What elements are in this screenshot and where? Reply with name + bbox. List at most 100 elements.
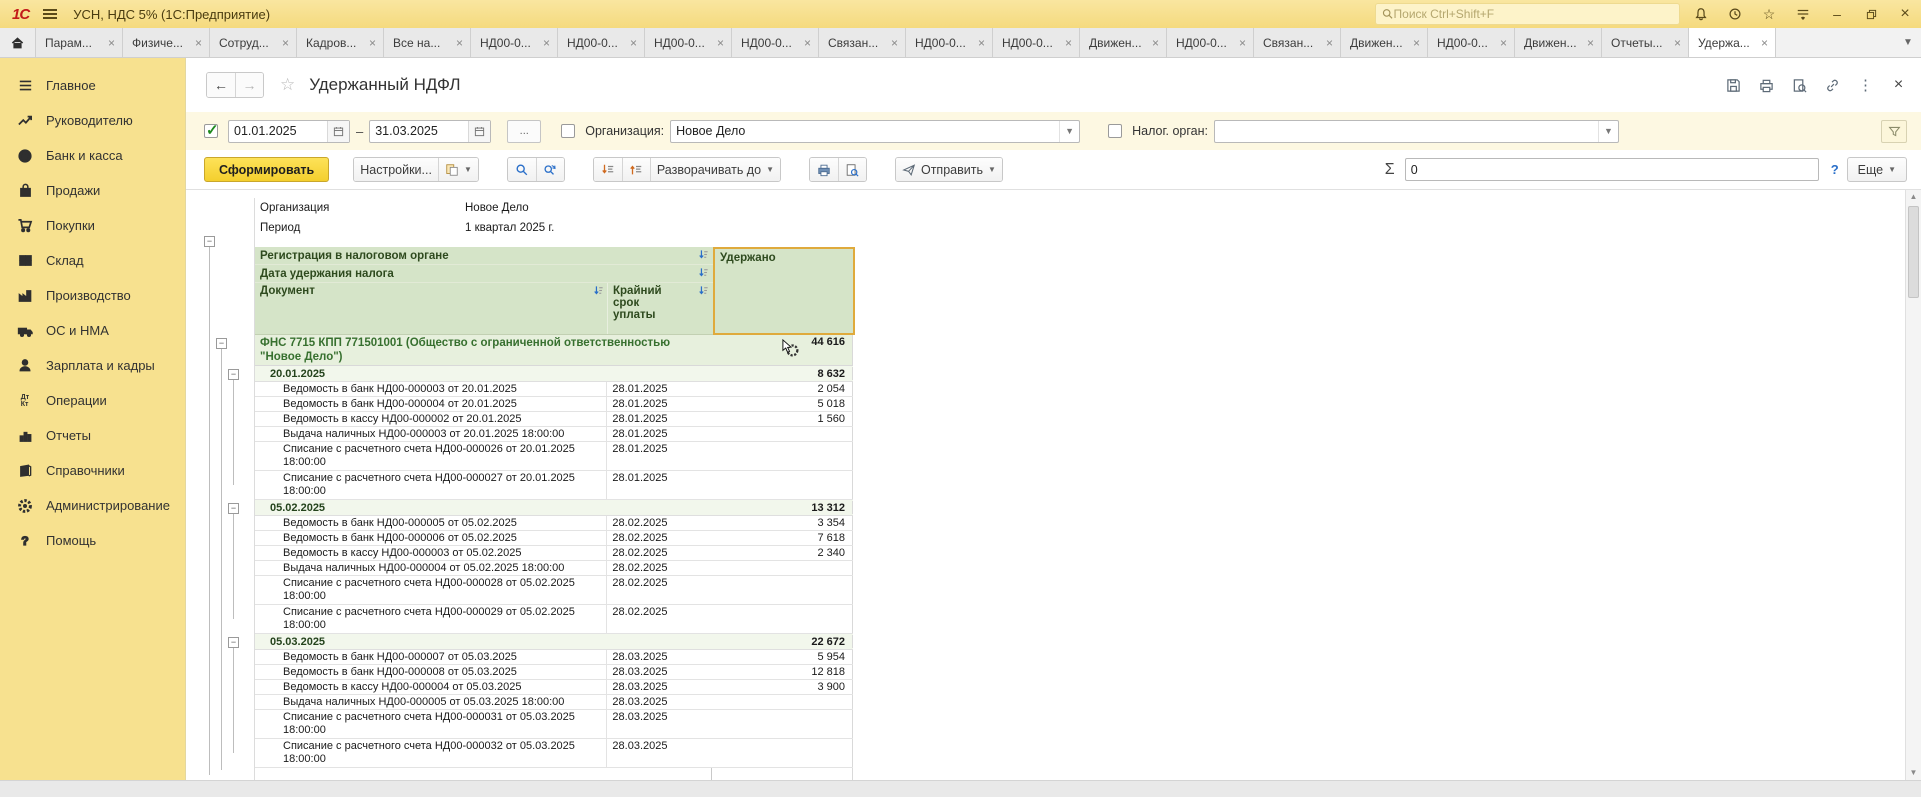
print-button[interactable]	[810, 158, 838, 181]
collapse-group-toggle[interactable]: −	[204, 236, 215, 247]
report-row[interactable]: Выдача наличных НД00-000005 от 05.03.202…	[255, 695, 853, 710]
close-button[interactable]: ×	[1897, 6, 1913, 22]
tab-close-icon[interactable]: ×	[282, 36, 289, 50]
calendar-icon[interactable]	[468, 121, 490, 142]
date-to-field[interactable]	[369, 120, 491, 143]
collapse-groups-button[interactable]	[594, 158, 622, 181]
tab[interactable]: Парам...×	[36, 28, 123, 57]
preview-button[interactable]	[838, 158, 866, 181]
settings-button[interactable]: Настройки...	[354, 158, 438, 181]
favorites-star-icon[interactable]: ☆	[1761, 6, 1777, 22]
tab-close-icon[interactable]: ×	[456, 36, 463, 50]
favorite-star-icon[interactable]: ☆	[280, 75, 295, 95]
sidebar-item-2[interactable]: ₽Банк и касса	[0, 138, 185, 173]
print-preview-icon[interactable]	[1791, 77, 1808, 94]
collapse-group-toggle[interactable]: −	[216, 338, 227, 349]
sort-icon[interactable]	[593, 285, 604, 299]
home-tab[interactable]	[0, 28, 36, 57]
report-row[interactable]: Списание с расчетного счета НД00-000029 …	[255, 605, 853, 634]
tab[interactable]: Физиче...×	[123, 28, 210, 57]
global-search-input[interactable]	[1394, 7, 1673, 21]
date-from-field[interactable]	[228, 120, 350, 143]
report-row[interactable]: Ведомость в банк НД00-000003 от 20.01.20…	[255, 382, 853, 397]
tab-close-icon[interactable]: ×	[1761, 36, 1768, 50]
autosum-input[interactable]	[1406, 163, 1818, 177]
main-menu-icon[interactable]	[43, 9, 57, 19]
tab-close-icon[interactable]: ×	[1587, 36, 1594, 50]
more-button[interactable]: Еще▼	[1847, 157, 1907, 182]
sidebar-item-0[interactable]: Главное	[0, 68, 185, 103]
report-row[interactable]: Ведомость в кассу НД00-000002 от 20.01.2…	[255, 412, 853, 427]
report-row[interactable]: Ведомость в банк НД00-000008 от 05.03.20…	[255, 665, 853, 680]
date-to-input[interactable]	[370, 124, 468, 138]
tab-close-icon[interactable]: ×	[1500, 36, 1507, 50]
tab[interactable]: Сотруд...×	[210, 28, 297, 57]
sidebar-item-8[interactable]: Зарплата и кадры	[0, 348, 185, 383]
report-row[interactable]: Списание с расчетного счета НД00-000031 …	[255, 710, 853, 739]
report-variants-button[interactable]: ▼	[438, 158, 478, 181]
sidebar-item-1[interactable]: Руководителю	[0, 103, 185, 138]
find-next-button[interactable]	[536, 158, 564, 181]
tab-close-icon[interactable]: ×	[630, 36, 637, 50]
period-options-button[interactable]: ...	[507, 120, 541, 143]
find-button[interactable]	[508, 158, 536, 181]
tab[interactable]: Движен...×	[1080, 28, 1167, 57]
tab[interactable]: Движен...×	[1515, 28, 1602, 57]
filter-funnel-button[interactable]	[1881, 120, 1907, 143]
scroll-up-icon[interactable]: ▲	[1906, 190, 1921, 204]
tax-authority-combo[interactable]: ▼	[1214, 120, 1619, 143]
sidebar-item-3[interactable]: Продажи	[0, 173, 185, 208]
organization-input[interactable]	[671, 124, 1059, 138]
report-group-row[interactable]: 05.03.202522 672	[255, 634, 853, 650]
tab-close-icon[interactable]: ×	[1239, 36, 1246, 50]
report-row[interactable]: Ведомость в банк НД00-000007 от 05.03.20…	[255, 650, 853, 665]
more-kebab-icon[interactable]: ⋮	[1857, 77, 1874, 94]
tab-close-icon[interactable]: ×	[195, 36, 202, 50]
report-row[interactable]: Списание с расчетного счета НД00-000026 …	[255, 442, 853, 471]
history-icon[interactable]	[1727, 6, 1743, 22]
get-link-icon[interactable]	[1824, 77, 1841, 94]
sidebar-item-5[interactable]: Склад	[0, 243, 185, 278]
sidebar-item-13[interactable]: ?Помощь	[0, 523, 185, 558]
report-row[interactable]: Ведомость в кассу НД00-000004 от 05.03.2…	[255, 680, 853, 695]
sidebar-item-10[interactable]: Отчеты	[0, 418, 185, 453]
tab-close-icon[interactable]: ×	[1065, 36, 1072, 50]
tab[interactable]: НД00-0...×	[1428, 28, 1515, 57]
report-row[interactable]: Списание с расчетного счета НД00-000028 …	[255, 576, 853, 605]
report-row[interactable]: Ведомость в банк НД00-000005 от 05.02.20…	[255, 516, 853, 531]
tab[interactable]: Связан...×	[1254, 28, 1341, 57]
report-fns-group-row[interactable]: ФНС 7715 КПП 771501001 (Общество с огран…	[255, 335, 853, 366]
organization-checkbox[interactable]	[561, 124, 575, 138]
tab[interactable]: НД00-0...×	[993, 28, 1080, 57]
report-group-row[interactable]: 20.01.20258 632	[255, 366, 853, 382]
chevron-down-icon[interactable]: ▼	[1059, 121, 1079, 142]
tab-close-icon[interactable]: ×	[108, 36, 115, 50]
sidebar-item-12[interactable]: Администрирование	[0, 488, 185, 523]
tab-close-icon[interactable]: ×	[1326, 36, 1333, 50]
tab[interactable]: Связан...×	[819, 28, 906, 57]
tab-close-icon[interactable]: ×	[1152, 36, 1159, 50]
tab[interactable]: Кадров...×	[297, 28, 384, 57]
organization-combo[interactable]: ▼	[670, 120, 1080, 143]
print-icon[interactable]	[1758, 77, 1775, 94]
tab[interactable]: НД00-0...×	[1167, 28, 1254, 57]
help-button[interactable]: ?	[1831, 162, 1839, 177]
tab[interactable]: НД00-0...×	[471, 28, 558, 57]
tab-close-icon[interactable]: ×	[543, 36, 550, 50]
tab-close-icon[interactable]: ×	[891, 36, 898, 50]
chevron-down-icon[interactable]: ▼	[1598, 121, 1618, 142]
forward-button[interactable]: →	[235, 73, 263, 97]
tab[interactable]: НД00-0...×	[558, 28, 645, 57]
tab[interactable]: НД00-0...×	[645, 28, 732, 57]
expand-groups-button[interactable]	[622, 158, 650, 181]
save-icon[interactable]	[1725, 77, 1742, 94]
report-row[interactable]: Списание с расчетного счета НД00-000027 …	[255, 471, 853, 500]
sidebar-item-9[interactable]: ДтКтОперации	[0, 383, 185, 418]
tab[interactable]: НД00-0...×	[906, 28, 993, 57]
generate-button[interactable]: Сформировать	[204, 157, 329, 182]
minimize-button[interactable]: –	[1829, 6, 1845, 22]
restore-button[interactable]	[1863, 6, 1879, 22]
report-row[interactable]: Выдача наличных НД00-000004 от 05.02.202…	[255, 561, 853, 576]
period-checkbox[interactable]	[204, 124, 218, 138]
report-row[interactable]: Ведомость в банк НД00-000006 от 05.02.20…	[255, 531, 853, 546]
